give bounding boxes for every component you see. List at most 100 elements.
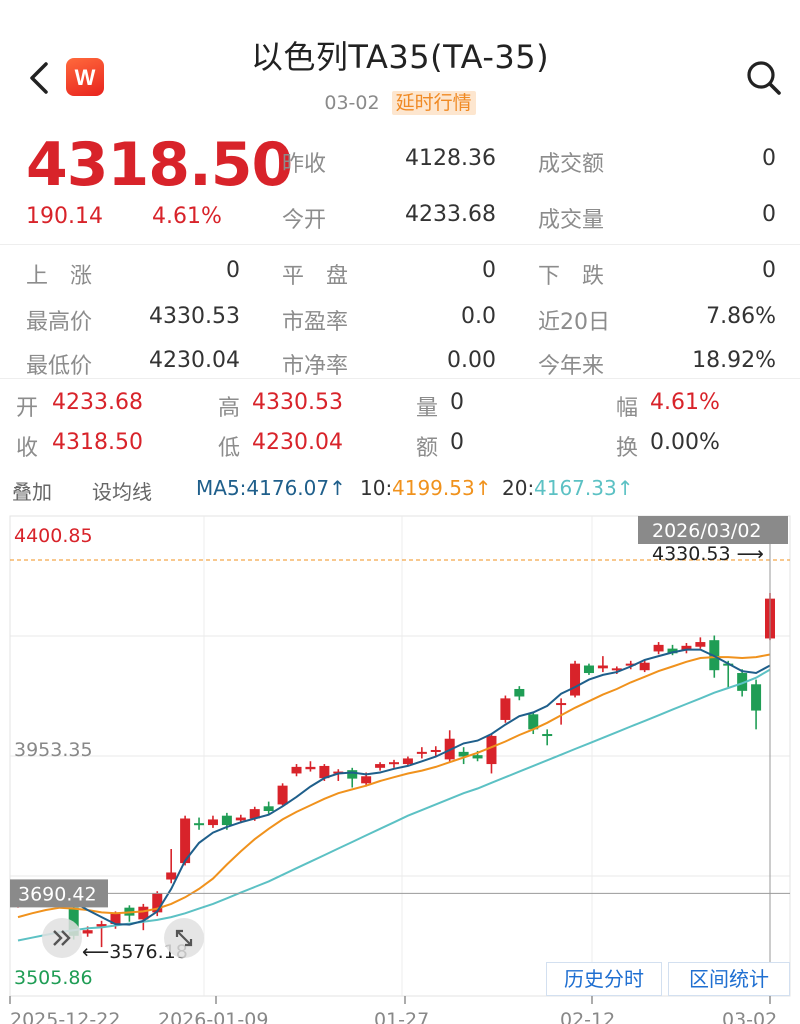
chart-candles xyxy=(13,592,775,948)
stat-value: 0 xyxy=(762,258,776,283)
candle-body xyxy=(375,764,386,768)
ohlc-open-value: 4233.68 xyxy=(52,390,143,415)
stat-value: 4330.53 xyxy=(149,304,240,329)
candle-body xyxy=(597,665,608,669)
candle-body xyxy=(416,751,427,754)
fullscreen-button[interactable] xyxy=(164,918,204,958)
ma10-readout: 4199.53↑ xyxy=(392,476,492,500)
candle-body xyxy=(221,815,232,826)
candle-body xyxy=(542,734,553,737)
y-axis-label-max: 4400.85 xyxy=(14,525,93,547)
y-axis-label-mid: 3953.35 xyxy=(14,739,93,761)
ohlc-amt-label: 额 xyxy=(416,436,439,461)
volume-value: 0 xyxy=(762,202,776,227)
price-tag-text: 3690.42 xyxy=(18,883,97,905)
stat-value: 0 xyxy=(482,258,496,283)
high-marker-text: 4330.53 ⟶ xyxy=(652,543,764,565)
x-axis-label: 2026-01-09 xyxy=(158,1009,268,1024)
header: W 以色列TA35(TA-35) 03-02 延时行情 xyxy=(0,0,800,124)
history-minute-button[interactable]: 历史分时 xyxy=(546,962,662,996)
quote-date: 03-02 xyxy=(324,92,380,114)
stat-label: 最低价 xyxy=(26,354,93,379)
candle-body xyxy=(277,785,288,805)
candle-body xyxy=(653,644,664,652)
double-chevron-icon xyxy=(53,930,71,946)
price-change: 190.14 xyxy=(26,204,103,229)
stat-label: 近20日 xyxy=(538,310,610,335)
price-change-pct: 4.61% xyxy=(152,204,222,229)
y-axis-label-min: 3505.86 xyxy=(14,967,93,989)
chart-overlay: 4400.85 3953.35 3505.86 3690.42 2026/03/0243… xyxy=(9,516,790,1024)
delay-badge: 延时行情 xyxy=(391,91,476,115)
stat-label: 市净率 xyxy=(282,354,349,379)
candle-body xyxy=(361,776,372,784)
ohlc-amp-label: 幅 xyxy=(616,396,639,421)
candle-body xyxy=(556,703,567,706)
current-price: 4318.50 xyxy=(26,130,293,200)
candle-body xyxy=(263,806,274,811)
subtitle-line: 03-02 延时行情 xyxy=(0,88,800,115)
page-title: 以色列TA35(TA-35) xyxy=(250,38,550,76)
candle-body xyxy=(347,770,358,779)
search-icon[interactable] xyxy=(744,58,784,98)
stat-value: 0.00 xyxy=(447,348,496,373)
candle-body xyxy=(570,663,581,696)
candle-body xyxy=(291,766,302,774)
ohlc-low-label: 低 xyxy=(218,436,241,461)
candle-body xyxy=(751,684,762,711)
open-value: 4233.68 xyxy=(405,202,496,227)
divider xyxy=(0,244,800,245)
ma20-name: 20: xyxy=(502,476,535,500)
candle-body xyxy=(500,698,511,720)
expand-icon xyxy=(175,929,193,947)
candle-body xyxy=(166,872,177,880)
candle-body xyxy=(389,762,399,765)
candle-body xyxy=(207,819,218,826)
open-label: 今开 xyxy=(282,208,327,233)
candle-body xyxy=(486,735,497,765)
stat-label: 下 跌 xyxy=(538,264,605,289)
expand-left-button[interactable] xyxy=(42,918,82,958)
ohlc-vol-value: 0 xyxy=(450,390,464,415)
stat-value: 0.0 xyxy=(461,304,496,329)
candle-body xyxy=(583,665,594,674)
stat-label: 平 盘 xyxy=(282,264,349,289)
candlestick-chart[interactable]: 4400.85 3953.35 3505.86 3690.42 2026/03/02 43… xyxy=(0,510,800,1024)
set-ma-button[interactable]: 设均线 xyxy=(92,476,152,505)
stat-label: 上 涨 xyxy=(26,264,93,289)
stat-value: 18.92% xyxy=(692,348,776,373)
ohlc-amt-value: 0 xyxy=(450,430,464,455)
chart-ma-lines xyxy=(17,648,771,942)
ohlc-high-value: 4330.53 xyxy=(252,390,343,415)
candle-body xyxy=(514,688,525,697)
ohlc-close-value: 4318.50 xyxy=(52,430,143,455)
ma20-readout: 4167.33↑ xyxy=(534,476,634,500)
volume-label: 成交量 xyxy=(538,208,605,233)
date-tag-text: 2026/03/02 xyxy=(652,520,762,542)
candle-body xyxy=(430,749,441,752)
overlay-button[interactable]: 叠加 xyxy=(12,476,52,505)
ohlc-turn-label: 换 xyxy=(616,436,639,461)
chart-svg: 4400.85 3953.35 3505.86 3690.42 2026/03/0243… xyxy=(9,515,791,1024)
candle-body xyxy=(639,662,650,671)
ma5-line xyxy=(17,648,771,926)
prev-close-label: 昨收 xyxy=(282,152,327,177)
stat-label: 最高价 xyxy=(26,310,93,335)
ohlc-close-label: 收 xyxy=(16,436,39,461)
ma5-readout: MA5:4176.07↑ xyxy=(196,476,346,500)
turnover-value: 0 xyxy=(762,146,776,171)
ohlc-low-value: 4230.04 xyxy=(252,430,343,455)
ohlc-open-label: 开 xyxy=(16,396,39,421)
candle-body xyxy=(695,642,706,647)
candle-body xyxy=(305,766,316,770)
candle-body xyxy=(402,758,413,765)
ohlc-amp-value: 4.61% xyxy=(650,390,720,415)
ohlc-vol-label: 量 xyxy=(416,396,439,421)
ma10-name: 10: xyxy=(360,476,393,500)
ma20-line xyxy=(17,668,771,942)
range-stats-button[interactable]: 区间统计 xyxy=(668,962,790,996)
x-axis-label: 01-27 xyxy=(374,1009,429,1024)
stat-value: 4230.04 xyxy=(149,348,240,373)
stat-label: 今年来 xyxy=(538,354,605,379)
candle-body xyxy=(82,930,93,934)
